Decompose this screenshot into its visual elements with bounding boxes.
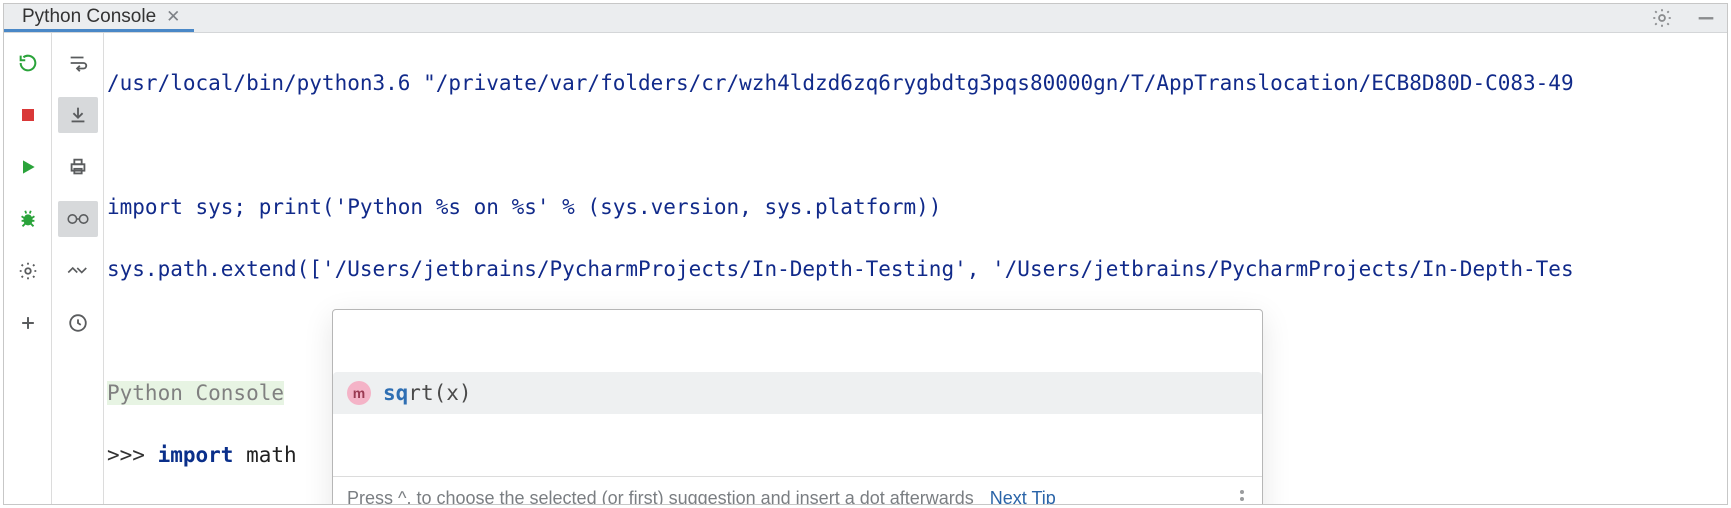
settings-icon[interactable] <box>8 253 48 289</box>
tab-label: Python Console <box>22 6 156 28</box>
soft-wrap-icon[interactable] <box>58 45 98 81</box>
debug-icon[interactable] <box>8 201 48 237</box>
scroll-to-end-icon[interactable] <box>58 97 98 133</box>
method-badge-icon: m <box>347 381 371 405</box>
minimize-icon[interactable] <box>1695 7 1717 29</box>
console-heading: Python Console <box>107 381 284 405</box>
next-tip-link[interactable]: Next Tip <box>990 483 1056 504</box>
tab-python-console[interactable]: Python Console ✕ <box>4 4 194 32</box>
completion-signature: sqrt(x) <box>383 378 472 409</box>
history-icon[interactable] <box>58 305 98 341</box>
output-line: /usr/local/bin/python3.6 "/private/var/f… <box>107 68 1721 99</box>
output-line: sys.path.extend(['/Users/jetbrains/Pycha… <box>107 254 1721 285</box>
secondary-gutter <box>52 33 104 504</box>
completion-hint: Press ^. to choose the selected (or firs… <box>333 476 1262 504</box>
completion-item[interactable]: m sqrt(x) <box>333 372 1262 414</box>
output-blank <box>107 130 1721 161</box>
inspect-icon[interactable] <box>58 201 98 237</box>
more-icon[interactable] <box>1236 486 1248 504</box>
add-icon[interactable] <box>8 305 48 341</box>
run-icon[interactable] <box>8 149 48 185</box>
left-gutter <box>4 33 52 504</box>
tab-bar: Python Console ✕ <box>4 4 1727 33</box>
stop-icon[interactable] <box>8 97 48 133</box>
rerun-icon[interactable] <box>8 45 48 81</box>
console-output[interactable]: /usr/local/bin/python3.6 "/private/var/f… <box>104 33 1727 504</box>
step-over-icon[interactable] <box>58 253 98 289</box>
print-icon[interactable] <box>58 149 98 185</box>
hint-text: Press ^. to choose the selected (or firs… <box>347 483 974 504</box>
close-icon[interactable]: ✕ <box>166 8 180 25</box>
output-line: import sys; print('Python %s on %s' % (s… <box>107 192 1721 223</box>
completion-popup: m sqrt(x) Press ^. to choose the selecte… <box>332 309 1263 504</box>
gear-icon[interactable] <box>1651 7 1673 29</box>
